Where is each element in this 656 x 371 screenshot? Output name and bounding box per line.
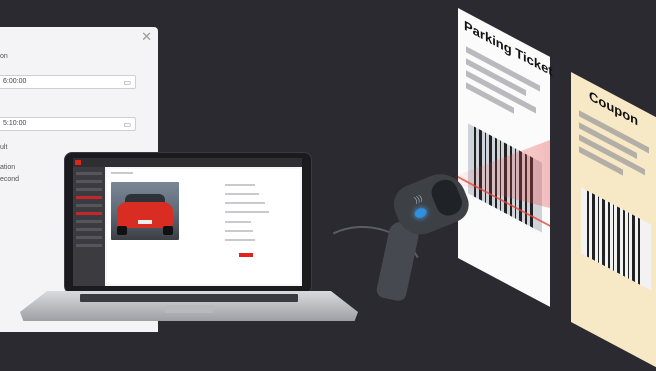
sidebar-item[interactable] [76, 180, 102, 183]
confirm-button[interactable] [239, 253, 253, 257]
coupon-ticket: Coupon [571, 72, 656, 371]
vehicle-photo [111, 182, 179, 240]
sidebar-item[interactable] [76, 172, 102, 175]
touchpad [165, 305, 213, 313]
brand-logo [75, 160, 81, 165]
sidebar-item-active[interactable] [76, 196, 102, 199]
end-time-field[interactable]: 5:10:00 ▭ [0, 117, 136, 131]
info-line [225, 202, 265, 204]
license-plate [138, 220, 152, 224]
info-line [225, 184, 255, 186]
info-line [225, 193, 259, 195]
dialog-label: on [0, 53, 8, 60]
dialog-label: ult [0, 144, 8, 151]
sidebar-item[interactable] [76, 204, 102, 207]
panel-title [111, 172, 133, 174]
sidebar-item[interactable] [76, 244, 102, 247]
keyboard [80, 294, 298, 302]
scanner-window [427, 176, 466, 220]
sidebar-item[interactable] [76, 220, 102, 223]
app-header [73, 158, 302, 167]
info-line [225, 239, 255, 241]
sidebar-item[interactable] [76, 188, 102, 191]
scanner-indicator-light [413, 206, 428, 220]
sidebar-item-active[interactable] [76, 212, 102, 215]
dialog-label: ation [0, 164, 16, 171]
info-line [225, 211, 269, 213]
dialog-label: econd [0, 176, 20, 183]
wireless-icon: ))) [412, 193, 424, 205]
close-icon[interactable]: ✕ [141, 29, 152, 45]
info-line [225, 230, 253, 232]
calendar-icon[interactable]: ▭ [123, 119, 131, 131]
info-line [225, 221, 251, 223]
start-time-field[interactable]: 6:00:00 ▭ [0, 75, 136, 89]
barcode [581, 187, 651, 291]
sidebar-item[interactable] [76, 236, 102, 239]
laptop-screen [73, 158, 302, 286]
sidebar-item[interactable] [76, 228, 102, 231]
app-sidebar [73, 167, 105, 286]
calendar-icon[interactable]: ▭ [123, 77, 131, 89]
